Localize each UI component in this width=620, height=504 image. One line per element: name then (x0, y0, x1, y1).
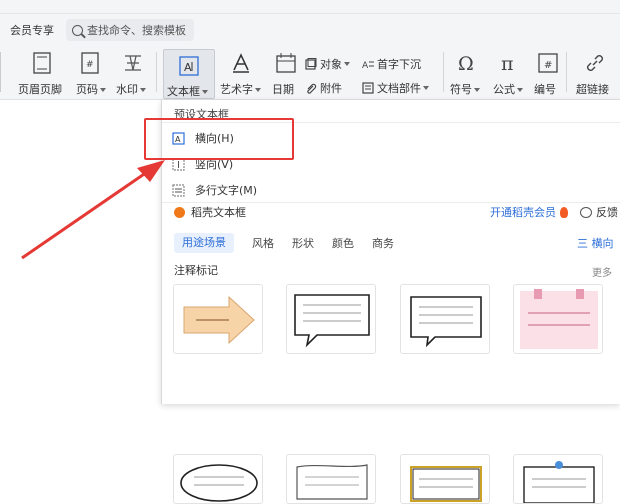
template-card[interactable] (286, 454, 376, 504)
arrow-line (21, 168, 151, 260)
template-card[interactable] (513, 454, 603, 504)
annotation-arrow (21, 160, 165, 260)
gold-frame-thumbnail (410, 466, 482, 502)
template-card[interactable] (173, 454, 263, 504)
ellipse-bubble-thumbnail (180, 464, 258, 502)
template-card[interactable] (400, 454, 490, 504)
sketch-bubble-thumbnail (296, 464, 368, 500)
pinned-note-thumbnail (523, 461, 595, 503)
arrow-head (137, 160, 165, 182)
